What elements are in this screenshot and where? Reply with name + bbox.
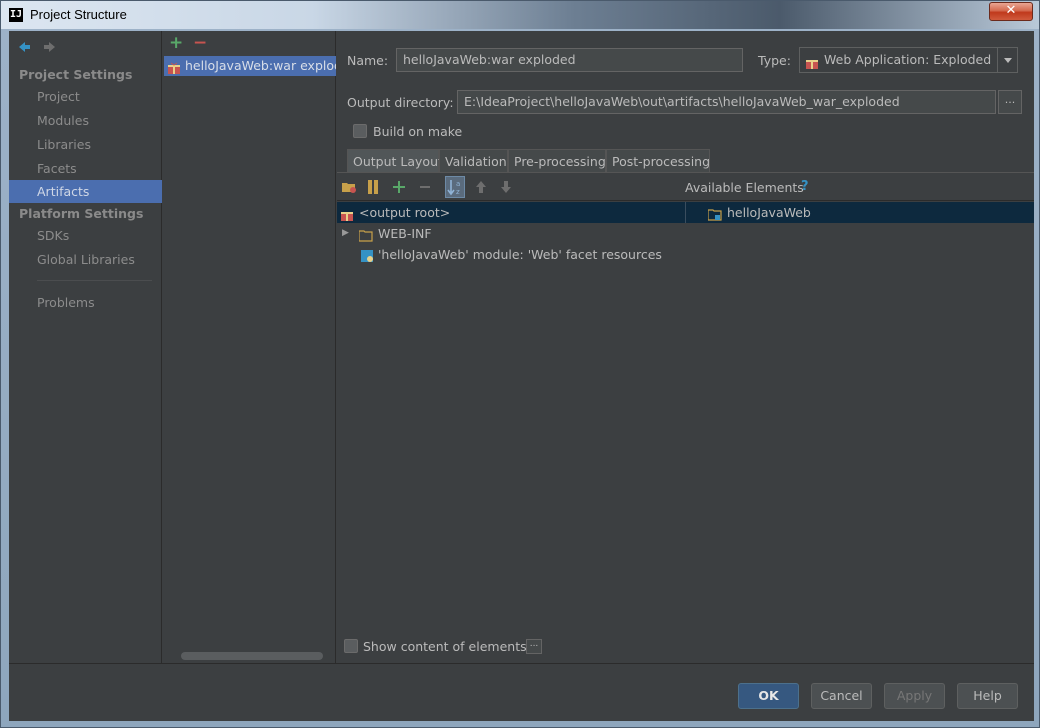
create-directory-icon[interactable] — [341, 179, 357, 195]
tree-row-label: WEB-INF — [378, 226, 432, 241]
type-select[interactable]: Web Application: Exploded — [799, 47, 1018, 73]
remove-artifact-minus-icon[interactable]: − — [193, 35, 207, 52]
cancel-button[interactable]: Cancel — [811, 683, 872, 709]
settings-sidebar: Project Settings Project Modules Librari… — [9, 31, 162, 663]
output-directory-label: Output directory: — [347, 95, 454, 110]
close-window-button[interactable]: ✕ — [989, 2, 1033, 21]
sidebar-item-facets[interactable]: Facets — [9, 157, 162, 180]
horizontal-scrollbar[interactable] — [181, 652, 323, 660]
history-nav — [16, 39, 64, 55]
apply-button[interactable]: Apply — [884, 683, 945, 709]
build-on-make-label: Build on make — [373, 124, 463, 139]
project-structure-window: IJ Project Structure ✕ Project Settings … — [0, 0, 1040, 728]
artifact-config-panel: Name: helloJavaWeb:war exploded Type: We… — [337, 31, 1034, 663]
available-element-label: helloJavaWeb — [727, 205, 811, 220]
output-layout-toolbar: az Available Elements ? — [337, 173, 1034, 201]
sidebar-item-sdks[interactable]: SDKs — [9, 224, 162, 247]
sidebar-item-artifacts[interactable]: Artifacts — [9, 180, 162, 203]
section-project-settings: Project Settings — [19, 67, 133, 82]
output-directory-field[interactable]: E:\IdeaProject\helloJavaWeb\out\artifact… — [457, 90, 996, 114]
ok-button[interactable]: OK — [738, 683, 799, 709]
dialog-client-area: Project Settings Project Modules Librari… — [9, 31, 1034, 721]
browse-button[interactable]: ... — [998, 90, 1022, 114]
tab-post-processing[interactable]: Post-processing — [606, 149, 710, 173]
type-label: Type: — [758, 53, 791, 68]
type-value: Web Application: Exploded — [824, 52, 992, 67]
output-layout-tree: <output root> helloJavaWeb ▶ WEB-INF 'he… — [337, 202, 1034, 632]
name-field[interactable]: helloJavaWeb:war exploded — [396, 48, 743, 72]
tab-output-layout[interactable]: Output Layout — [347, 149, 443, 173]
artifact-list-panel: + − helloJavaWeb:war exploded — [163, 31, 336, 663]
move-down-arrow-icon[interactable] — [498, 179, 514, 195]
sidebar-item-project[interactable]: Project — [9, 85, 162, 108]
artifact-name: helloJavaWeb:war exploded — [185, 58, 336, 73]
show-content-checkbox[interactable] — [344, 639, 358, 653]
remove-minus-icon[interactable] — [417, 179, 433, 195]
web-app-icon — [806, 53, 818, 77]
sidebar-item-global-libraries[interactable]: Global Libraries — [9, 248, 162, 271]
svg-text:z: z — [456, 188, 460, 196]
chevron-down-icon — [997, 48, 1017, 72]
move-up-arrow-icon[interactable] — [473, 179, 489, 195]
sidebar-divider — [37, 280, 152, 281]
window-title: Project Structure — [30, 7, 127, 22]
web-module-icon — [361, 248, 374, 269]
gift-icon — [168, 60, 180, 76]
expand-arrow-icon[interactable]: ▶ — [342, 223, 349, 244]
available-element-row[interactable]: helloJavaWeb — [685, 202, 1034, 223]
tab-validation[interactable]: Validation — [439, 149, 508, 173]
back-arrow-icon[interactable] — [16, 39, 32, 55]
folder-icon — [358, 227, 373, 248]
module-folder-icon — [707, 206, 722, 227]
bottom-divider — [9, 663, 1034, 664]
build-on-make-checkbox[interactable] — [353, 124, 367, 138]
sidebar-item-modules[interactable]: Modules — [9, 109, 162, 132]
tree-row-label: <output root> — [359, 205, 451, 220]
show-content-options-button[interactable]: ... — [526, 639, 542, 654]
add-artifact-plus-icon[interactable]: + — [169, 35, 183, 52]
sidebar-item-libraries[interactable]: Libraries — [9, 133, 162, 156]
tree-row-label: 'helloJavaWeb' module: 'Web' facet resou… — [378, 247, 662, 262]
tree-row[interactable]: <output root> — [337, 202, 685, 223]
add-copy-plus-icon[interactable] — [391, 179, 407, 195]
create-archive-icon[interactable] — [365, 179, 381, 195]
sidebar-item-problems[interactable]: Problems — [9, 291, 162, 314]
name-label: Name: — [347, 53, 389, 68]
help-button[interactable]: Help — [957, 683, 1018, 709]
sort-elements-toggle[interactable]: az — [445, 176, 465, 198]
artifact-list-item[interactable]: helloJavaWeb:war exploded — [164, 56, 336, 76]
title-bar: IJ Project Structure ✕ — [1, 1, 1039, 29]
available-elements-label: Available Elements — [685, 180, 804, 195]
show-content-label: Show content of elements — [363, 639, 527, 654]
section-platform-settings: Platform Settings — [19, 206, 144, 221]
svg-text:a: a — [456, 180, 460, 188]
forward-arrow-icon[interactable] — [42, 39, 58, 55]
intellij-app-icon: IJ — [9, 8, 23, 22]
help-question-icon[interactable]: ? — [801, 179, 809, 194]
tab-pre-processing[interactable]: Pre-processing — [508, 149, 606, 173]
